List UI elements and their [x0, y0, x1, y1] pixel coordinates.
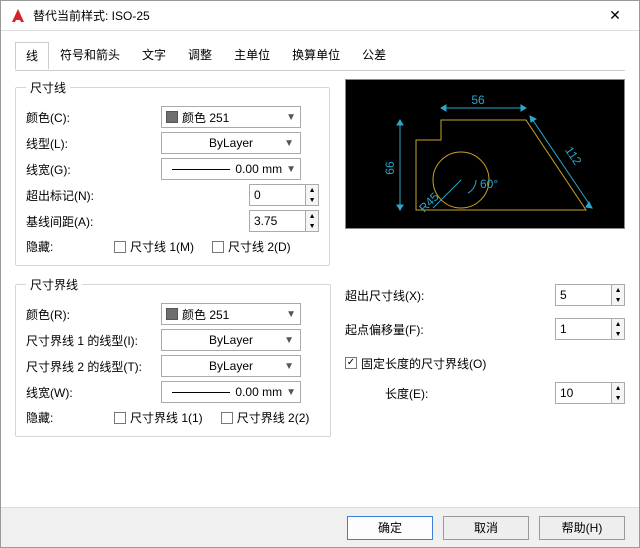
chevron-down-icon: ▼: [286, 164, 296, 175]
spin-up-icon[interactable]: ▲: [612, 285, 624, 295]
spinner-beyond-dimline[interactable]: ▲▼: [555, 284, 625, 306]
spinner-origin-offset[interactable]: ▲▼: [555, 318, 625, 340]
cancel-button[interactable]: 取消: [443, 516, 529, 540]
checkbox-extline2[interactable]: 尺寸界线 2(2): [221, 409, 310, 426]
group-dimension-line-legend: 尺寸线: [26, 79, 70, 96]
label-beyond-dimline: 超出尺寸线(X):: [345, 287, 465, 304]
chevron-down-icon: ▼: [286, 387, 296, 398]
label-extline-color: 颜色(R):: [26, 306, 161, 323]
checkbox-extline1[interactable]: 尺寸界线 1(1): [114, 409, 203, 426]
close-button[interactable]: ✕: [595, 2, 635, 30]
titlebar: 替代当前样式: ISO-25 ✕: [1, 1, 639, 31]
spin-up-icon[interactable]: ▲: [612, 383, 624, 393]
tabs: 线 符号和箭头 文字 调整 主单位 换算单位 公差: [15, 41, 625, 68]
label-dimline-linetype: 线型(L):: [26, 135, 161, 152]
spin-up-icon[interactable]: ▲: [306, 211, 318, 221]
spinner-fixed-length[interactable]: ▲▼: [555, 382, 625, 404]
chevron-down-icon: ▼: [284, 361, 294, 372]
content: 线 符号和箭头 文字 调整 主单位 换算单位 公差 尺寸线 颜色(C): 颜色 …: [1, 31, 639, 507]
input-origin-offset[interactable]: [556, 319, 611, 339]
select-dimline-lineweight[interactable]: 0.00 mm ▼: [161, 158, 301, 180]
label-origin-offset: 起点偏移量(F):: [345, 321, 465, 338]
spin-up-icon[interactable]: ▲: [306, 185, 318, 195]
label-extend-mark: 超出标记(N):: [26, 187, 161, 204]
help-button[interactable]: 帮助(H): [539, 516, 625, 540]
chevron-down-icon: ▼: [284, 335, 294, 346]
select-dimline-linetype-text: ByLayer: [166, 136, 296, 150]
label-extline1-linetype: 尺寸界线 1 的线型(I):: [26, 332, 161, 349]
spin-down-icon[interactable]: ▼: [612, 329, 624, 339]
spinner-baseline-spacing[interactable]: ▲▼: [249, 210, 319, 232]
checkbox-dimline2[interactable]: 尺寸线 2(D): [212, 238, 291, 255]
spin-down-icon[interactable]: ▼: [306, 221, 318, 231]
svg-text:R45: R45: [416, 189, 442, 215]
tab-arrows[interactable]: 符号和箭头: [49, 41, 131, 68]
svg-text:60°: 60°: [480, 177, 498, 191]
tab-tolerance[interactable]: 公差: [351, 41, 397, 68]
input-extend-mark[interactable]: [250, 185, 305, 205]
checkmark-icon: ✓: [345, 357, 357, 369]
select-extline-color[interactable]: 颜色 251 ▼: [161, 303, 301, 325]
group-extension-line: 尺寸界线 颜色(R): 颜色 251 ▼ 尺寸界线 1 的线型(I):: [15, 276, 331, 437]
spin-up-icon[interactable]: ▲: [612, 319, 624, 329]
tab-line[interactable]: 线: [15, 42, 49, 69]
label-dimline-color: 颜色(C):: [26, 109, 161, 126]
group-extension-line-legend: 尺寸界线: [26, 276, 82, 293]
checkbox-fixed-length[interactable]: ✓ 固定长度的尺寸界线(O): [345, 355, 486, 372]
svg-text:66: 66: [383, 161, 397, 175]
label-extline2-linetype: 尺寸界线 2 的线型(T):: [26, 358, 161, 375]
label-dimline-lineweight: 线宽(G):: [26, 161, 161, 178]
spin-down-icon[interactable]: ▼: [612, 393, 624, 403]
color-swatch-icon: [166, 308, 178, 320]
select-dimline-color-text: 颜色 251: [182, 109, 286, 126]
button-bar: 确定 取消 帮助(H): [1, 507, 639, 547]
tab-alt-units[interactable]: 换算单位: [281, 41, 351, 68]
input-beyond-dimline[interactable]: [556, 285, 611, 305]
label-fixed-length: 长度(E):: [385, 385, 465, 402]
select-extline1-linetype[interactable]: ByLayer ▼: [161, 329, 301, 351]
select-extline-lineweight[interactable]: 0.00 mm ▼: [161, 381, 301, 403]
tab-text[interactable]: 文字: [131, 41, 177, 68]
chevron-down-icon: ▼: [286, 309, 296, 320]
input-fixed-length[interactable]: [556, 383, 611, 403]
spinner-extend-mark[interactable]: ▲▼: [249, 184, 319, 206]
color-swatch-icon: [166, 111, 178, 123]
label-baseline-spacing: 基线间距(A):: [26, 213, 161, 230]
spin-down-icon[interactable]: ▼: [612, 295, 624, 305]
tab-fit[interactable]: 调整: [177, 41, 223, 68]
preview-pane: 56 66 112 R45 60°: [345, 79, 625, 229]
group-dimension-line: 尺寸线 颜色(C): 颜色 251 ▼ 线型(L): ByL: [15, 79, 330, 266]
chevron-down-icon: ▼: [286, 112, 296, 123]
select-extline2-linetype[interactable]: ByLayer ▼: [161, 355, 301, 377]
label-extline-lineweight: 线宽(W):: [26, 384, 161, 401]
checkbox-dimline1[interactable]: 尺寸线 1(M): [114, 238, 194, 255]
svg-text:112: 112: [562, 144, 584, 168]
chevron-down-icon: ▼: [284, 138, 294, 149]
label-hide2: 隐藏:: [26, 409, 96, 426]
window-title: 替代当前样式: ISO-25: [33, 7, 595, 24]
input-baseline-spacing[interactable]: [250, 211, 305, 231]
label-hide: 隐藏:: [26, 238, 96, 255]
app-icon: [9, 7, 27, 25]
tab-primary-units[interactable]: 主单位: [223, 41, 281, 68]
tab-divider: [15, 70, 625, 71]
select-dimline-color[interactable]: 颜色 251 ▼: [161, 106, 301, 128]
select-dimline-linetype[interactable]: ByLayer ▼: [161, 132, 301, 154]
ok-button[interactable]: 确定: [347, 516, 433, 540]
select-dimline-lineweight-text: 0.00 mm: [166, 162, 286, 176]
dialog-window: 替代当前样式: ISO-25 ✕ 线 符号和箭头 文字 调整 主单位 换算单位 …: [0, 0, 640, 548]
svg-text:56: 56: [471, 93, 485, 107]
spin-down-icon[interactable]: ▼: [306, 195, 318, 205]
